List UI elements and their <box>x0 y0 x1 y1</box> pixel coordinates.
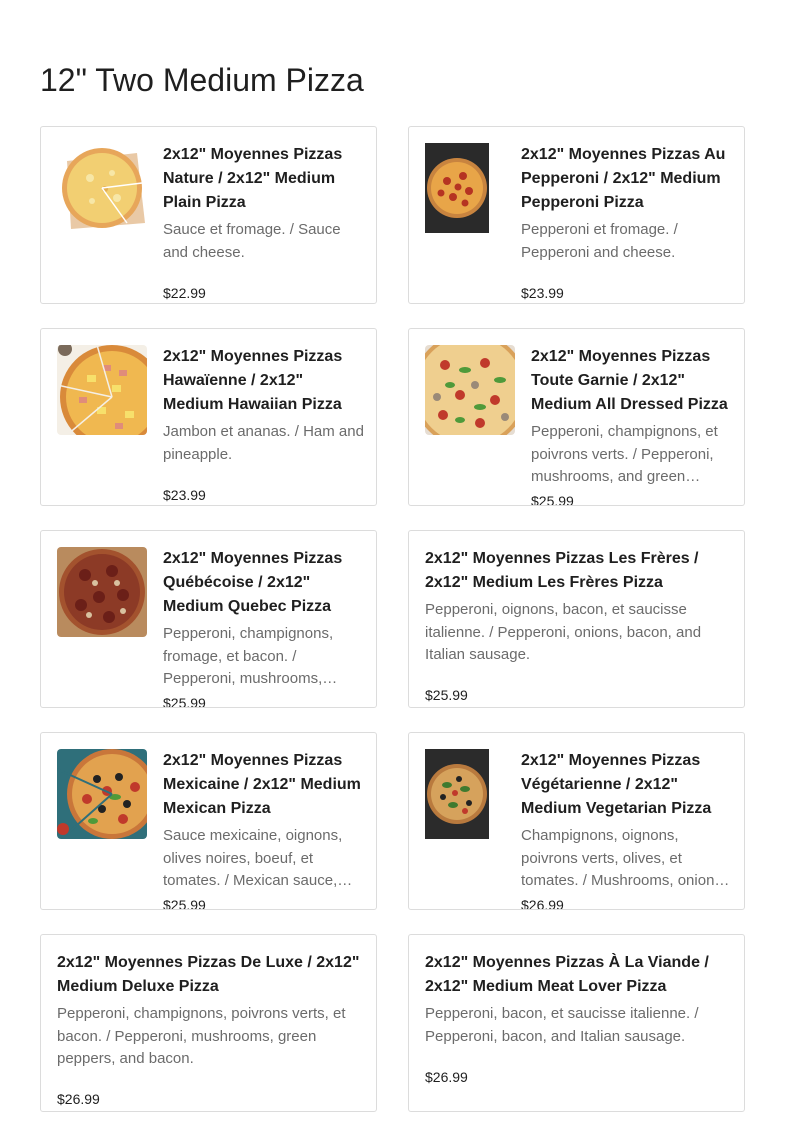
menu-item-card[interactable]: 2x12" Moyennes Pizzas De Luxe / 2x12" Me… <box>40 934 377 1112</box>
item-description: Pepperoni, champignons, fromage, et baco… <box>163 625 334 687</box>
page-title: 12" Two Medium Pizza <box>40 62 364 98</box>
vegetarian-pizza-image <box>425 749 489 839</box>
quebec-pizza-image <box>57 547 147 637</box>
item-name: 2x12" Moyennes Pizzas Mexicaine / 2x12" … <box>163 752 361 817</box>
mexican-pizza-image <box>57 749 147 839</box>
menu-item-card[interactable]: 2x12" Moyennes Pizzas Québécoise / 2x12"… <box>40 530 377 708</box>
item-description: Pepperoni, oignons, bacon, et saucisse i… <box>425 601 702 663</box>
item-description: Pepperoni et fromage. / Pepperoni and ch… <box>521 221 678 261</box>
item-name: 2x12" Moyennes Pizzas Hawaïenne / 2x12" … <box>163 348 343 413</box>
item-price: $25.99 <box>425 687 468 703</box>
item-name: 2x12" Moyennes Pizzas Nature / 2x12" Med… <box>163 146 343 211</box>
item-description: Jambon et ananas. / Ham and pineapple. <box>163 423 364 463</box>
item-price: $25.99 <box>163 695 206 708</box>
item-price: $26.99 <box>425 1069 468 1085</box>
pepperoni-pizza-image <box>425 143 489 233</box>
item-name: 2x12" Moyennes Pizzas À La Viande / 2x12… <box>425 954 709 995</box>
item-description: Pepperoni, champignons, et poivrons vert… <box>531 423 718 485</box>
item-price: $25.99 <box>531 493 574 506</box>
item-name: 2x12" Moyennes Pizzas De Luxe / 2x12" Me… <box>57 954 360 995</box>
menu-item-card[interactable]: 2x12" Moyennes Pizzas Les Frères / 2x12"… <box>408 530 745 708</box>
item-description: Pepperoni, champignons, poivrons verts, … <box>57 1005 346 1067</box>
item-name: 2x12" Moyennes Pizzas Au Pepperoni / 2x1… <box>521 146 726 211</box>
item-price: $22.99 <box>163 285 206 301</box>
item-price: $26.99 <box>57 1091 100 1107</box>
menu-item-card[interactable]: 2x12" Moyennes Pizzas Mexicaine / 2x12" … <box>40 732 377 910</box>
item-price: $26.99 <box>521 897 564 910</box>
plain-pizza-image <box>57 143 147 233</box>
item-price: $23.99 <box>521 285 564 301</box>
item-description: Pepperoni, bacon, et saucisse italienne.… <box>425 1005 699 1045</box>
hawaiian-pizza-image <box>57 345 147 435</box>
menu-item-card[interactable]: 2x12" Moyennes Pizzas Nature / 2x12" Med… <box>40 126 377 304</box>
item-price: $23.99 <box>163 487 206 503</box>
item-name: 2x12" Moyennes Pizzas Toute Garnie / 2x1… <box>531 348 728 413</box>
item-description: Sauce et fromage. / Sauce and cheese. <box>163 221 341 261</box>
menu-item-card[interactable]: 2x12" Moyennes Pizzas À La Viande / 2x12… <box>408 934 745 1112</box>
all-dressed-pizza-image <box>425 345 515 435</box>
menu-item-card[interactable]: 2x12" Moyennes Pizzas Au Pepperoni / 2x1… <box>408 126 745 304</box>
menu-item-card[interactable]: 2x12" Moyennes Pizzas Végétarienne / 2x1… <box>408 732 745 910</box>
item-description: Sauce mexicaine, oignons, olives noires,… <box>163 827 343 889</box>
menu-item-card[interactable]: 2x12" Moyennes Pizzas Toute Garnie / 2x1… <box>408 328 745 506</box>
menu-item-card[interactable]: 2x12" Moyennes Pizzas Hawaïenne / 2x12" … <box>40 328 377 506</box>
item-price: $25.99 <box>163 897 206 910</box>
item-name: 2x12" Moyennes Pizzas Les Frères / 2x12"… <box>425 550 699 591</box>
item-name: 2x12" Moyennes Pizzas Végétarienne / 2x1… <box>521 752 712 817</box>
item-description: Champignons, oignons, poivrons verts, ol… <box>521 827 727 889</box>
item-name: 2x12" Moyennes Pizzas Québécoise / 2x12"… <box>163 550 343 615</box>
